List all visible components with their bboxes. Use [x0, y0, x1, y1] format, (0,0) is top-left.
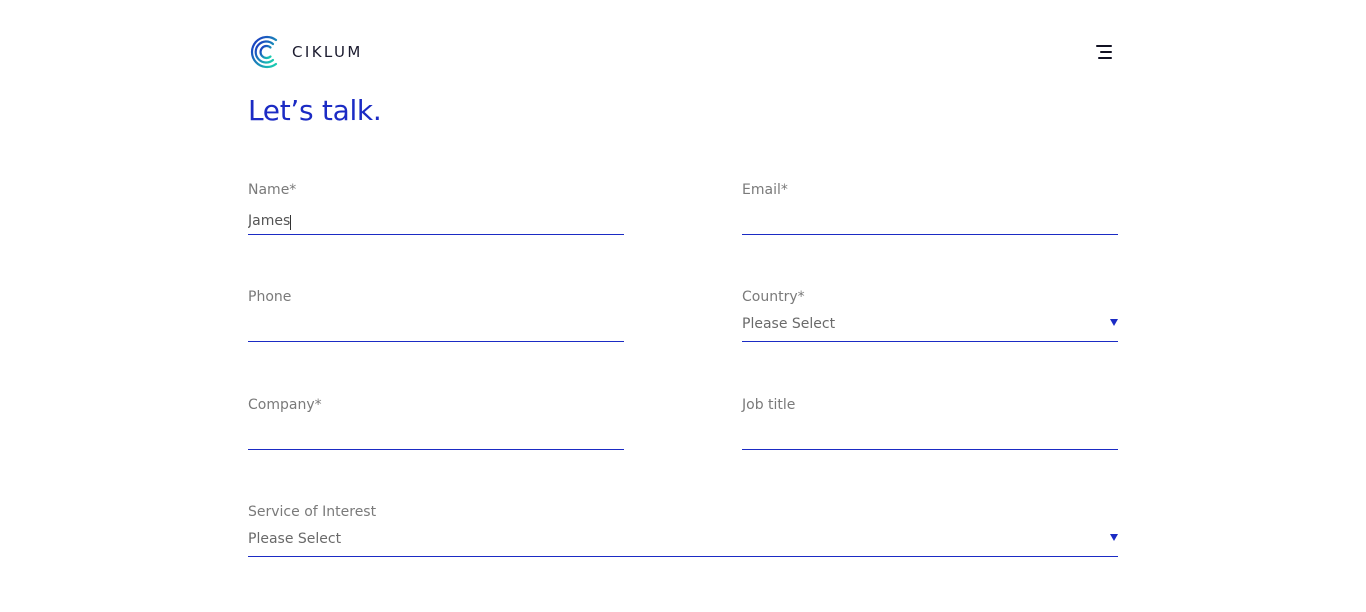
country-label: Country* — [742, 289, 805, 305]
dropdown-arrow-icon[interactable] — [1110, 319, 1118, 326]
page-title: Let’s talk. — [248, 94, 382, 127]
name-label: Name* — [248, 182, 297, 198]
site-header: CIKLUM — [248, 34, 1118, 70]
hamburger-menu-icon[interactable] — [1096, 44, 1112, 60]
text-cursor — [290, 215, 291, 230]
email-field: Email* — [742, 182, 1118, 252]
company-input[interactable] — [248, 423, 624, 450]
job-title-field: Job title — [742, 397, 1118, 467]
phone-input[interactable] — [248, 315, 624, 342]
phone-field: Phone — [248, 289, 624, 359]
country-select[interactable]: Country* Please Select — [742, 289, 1118, 359]
company-field: Company* — [248, 397, 624, 467]
service-select[interactable]: Service of Interest Please Select — [248, 504, 1118, 574]
contact-page: CIKLUM Let’s talk. Name* Email* Phone Co… — [0, 0, 1366, 612]
service-selected-value[interactable]: Please Select — [248, 531, 341, 547]
brand-name: CIKLUM — [292, 43, 363, 61]
ciklum-logo-mark-icon — [250, 35, 278, 69]
service-label: Service of Interest — [248, 504, 377, 520]
country-underline — [742, 341, 1118, 342]
email-label: Email* — [742, 182, 788, 198]
country-selected-value[interactable]: Please Select — [742, 316, 835, 332]
company-label: Company* — [248, 397, 322, 413]
job-title-input[interactable] — [742, 423, 1118, 450]
dropdown-arrow-icon[interactable] — [1110, 534, 1118, 541]
name-input[interactable] — [248, 208, 624, 235]
phone-label: Phone — [248, 289, 292, 305]
job-title-label: Job title — [742, 397, 796, 413]
email-input[interactable] — [742, 208, 1118, 235]
service-underline — [248, 556, 1118, 557]
ciklum-logo[interactable]: CIKLUM — [248, 34, 363, 70]
name-field: Name* — [248, 182, 624, 252]
